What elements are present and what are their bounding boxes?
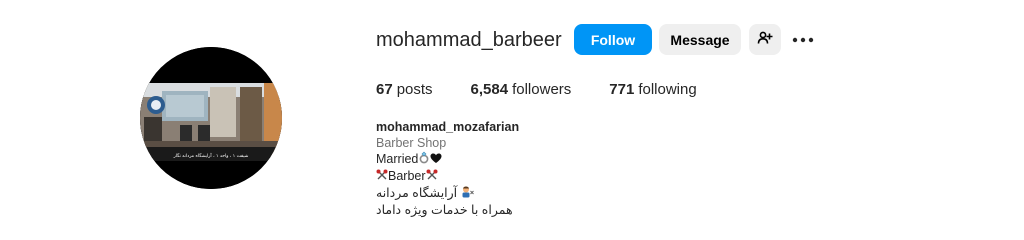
following-stat[interactable]: 771 following [609,81,696,98]
profile-stats: 67 posts 6,584 followers 771 following [376,81,735,98]
followers-stat[interactable]: 6,584 followers [471,81,572,98]
black-heart-icon [430,152,442,168]
more-options-icon[interactable] [792,30,814,50]
bio-line-groom: همراه با خدمات ویژه داماد [376,203,513,218]
avatar-image: شیفت ۱ ، واحد ۱ ، آرایشگاه مردانه نگار [140,47,282,189]
followers-count: 6,584 [470,81,509,98]
person-add-icon [757,30,773,49]
message-button[interactable]: Message [659,24,741,55]
posts-count: 67 [376,81,393,98]
scissors-icon [376,169,388,185]
posts-label: posts [396,81,433,98]
bio-salon-text: آرایشگاه مردانه [376,185,458,200]
bio-line-barber: Barber [376,168,519,185]
profile-username: mohammad_barbeer [376,29,562,51]
bio-line-married: Married [376,151,519,168]
add-user-button[interactable] [749,24,781,55]
following-count: 771 [609,81,635,98]
bio-full-name: mohammad_mozafarian [376,120,520,134]
scissors-icon [426,169,438,185]
profile-bio: mohammad_mozafarian Barber Shop Married … [376,119,519,218]
follow-button[interactable]: Follow [574,24,652,55]
bio-line-salon: آرایشگاه مردانه [376,185,519,202]
avatar-caption: شیفت ۱ ، واحد ۱ ، آرایشگاه مردانه نگار [173,152,249,159]
posts-stat: 67 posts [376,81,433,98]
bio-barber-text: Barber [388,169,426,184]
bio-category: Barber Shop [376,136,447,150]
profile-avatar[interactable]: شیفت ۱ ، واحد ۱ ، آرایشگاه مردانه نگار [140,47,282,189]
following-label: following [638,81,697,98]
haircut-icon [461,185,474,202]
bio-married-text: Married [376,152,419,166]
followers-label: followers [512,81,572,98]
ring-icon [418,151,430,168]
